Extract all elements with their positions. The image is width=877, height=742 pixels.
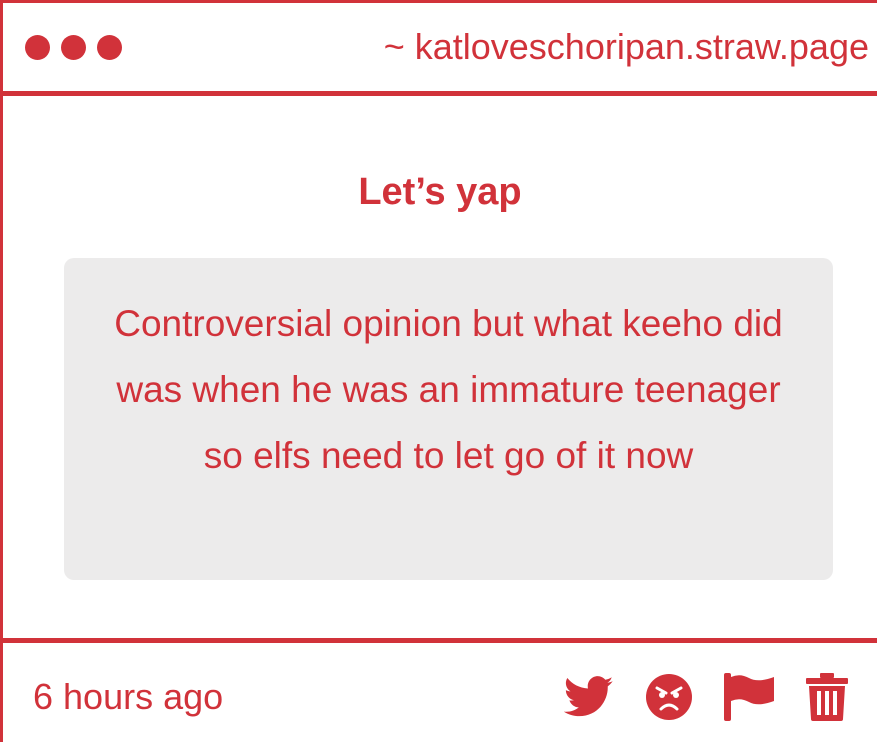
post-actions [564,673,848,721]
post-timestamp: 6 hours ago [33,676,224,717]
post-content: Let’s yap Controversial opinion but what… [3,96,877,638]
post-title: Let’s yap [358,171,522,213]
window-controls [25,35,122,60]
trash-icon[interactable] [806,673,848,721]
message-text: Controversial opinion but what keeho did… [114,303,783,476]
browser-window: ~ katloveschoripan.straw.page Let’s yap … [0,0,877,742]
post-footer: 6 hours ago [3,638,877,742]
page-url[interactable]: ~ katloveschoripan.straw.page [384,25,869,69]
window-dot-2-icon[interactable] [61,35,86,60]
window-dot-1-icon[interactable] [25,35,50,60]
title-bar: ~ katloveschoripan.straw.page [3,3,877,96]
angry-face-icon[interactable] [646,674,692,720]
twitter-icon[interactable] [564,676,614,718]
flag-icon[interactable] [724,673,774,721]
message-card: Controversial opinion but what keeho did… [64,258,833,580]
window-dot-3-icon[interactable] [97,35,122,60]
